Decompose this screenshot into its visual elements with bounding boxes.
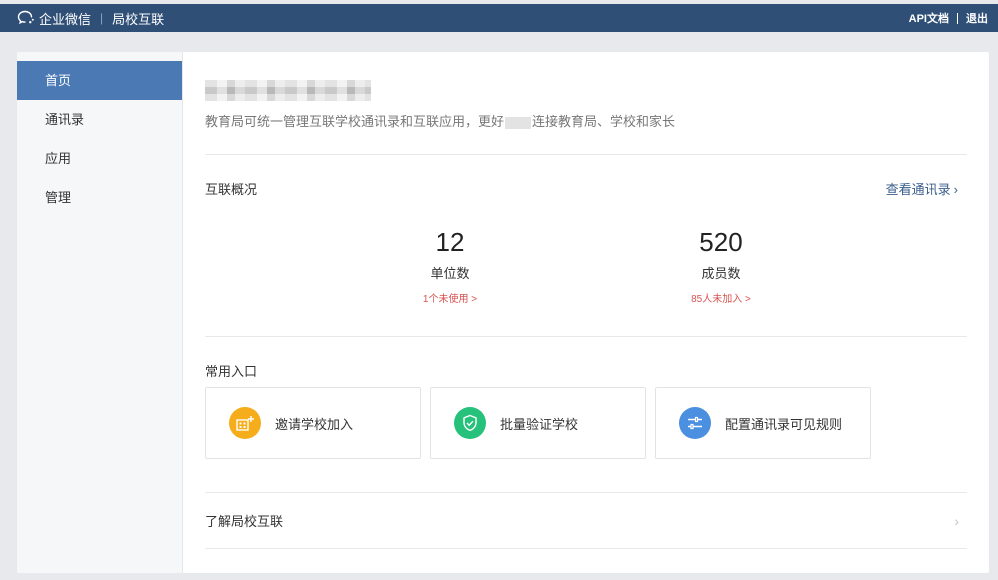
sidebar-item-home[interactable]: 首页 — [17, 61, 182, 100]
chevron-right-icon: › — [953, 182, 958, 197]
chevron-right-icon: › — [954, 512, 959, 529]
overview-title: 互联概况 — [205, 182, 258, 197]
intro-text-part1: 教育局可统一管理互联学校通讯录和互联应用，更好 — [205, 114, 505, 129]
masked-org-name — [205, 80, 371, 101]
brand[interactable]: 企业微信 | 局校互联 — [17, 9, 164, 28]
top-links: API文档 退出 — [909, 10, 988, 26]
invite-school-icon — [229, 407, 261, 439]
entries-title: 常用入口 — [205, 364, 258, 379]
stat-members-alert-link[interactable]: 85人未加入 > — [661, 290, 781, 305]
configure-visibility-button[interactable]: 配置通讯录可见规则 — [655, 387, 871, 459]
stat-units-label: 单位数 — [430, 266, 470, 281]
stat-units-value: 12 — [435, 227, 465, 257]
learn-more-label: 了解局校互联 — [205, 514, 284, 529]
sidebar-item-apps[interactable]: 应用 — [17, 139, 182, 178]
sidebar: 首页 通讯录 应用 管理 — [17, 52, 183, 573]
batch-verify-label: 批量验证学校 — [500, 416, 579, 432]
sidebar-item-contacts[interactable]: 通讯录 — [17, 100, 182, 139]
brand-separator: | — [100, 11, 104, 25]
main-card: 首页 通讯录 应用 管理 教育局可统一管理互联学校通讯录和互联应用，更好 连接教育… — [17, 52, 989, 573]
invite-school-label: 邀请学校加入 — [275, 416, 354, 432]
stat-units-alert-link[interactable]: 1个未使用 > — [390, 290, 510, 305]
divider — [205, 154, 967, 155]
masked-word — [505, 116, 532, 129]
view-contacts-link[interactable]: 查看通讯录 › — [886, 179, 958, 198]
quick-entries: 邀请学校加入 批量验证学校 配置通讯录可见规则 — [205, 387, 880, 459]
stat-members-value: 520 — [699, 227, 743, 257]
stat-members-label: 成员数 — [701, 266, 741, 281]
learn-more-row[interactable]: 了解局校互联 › — [205, 492, 967, 549]
intro-text-part2: 连接教育局、学校和家长 — [532, 114, 676, 129]
product-name: 局校互联 — [112, 11, 165, 27]
top-link-divider — [957, 12, 958, 24]
api-docs-link[interactable]: API文档 — [909, 10, 949, 26]
shield-check-icon — [454, 407, 486, 439]
batch-verify-button[interactable]: 批量验证学校 — [430, 387, 646, 459]
stat-members: 520 成员数 85人未加入 > — [661, 227, 781, 305]
invite-school-button[interactable]: 邀请学校加入 — [205, 387, 421, 459]
brand-name: 企业微信 — [39, 11, 92, 27]
intro-text: 教育局可统一管理互联学校通讯录和互联应用，更好 连接教育局、学校和家长 — [205, 111, 675, 130]
view-contacts-label: 查看通讯录 — [885, 182, 951, 197]
configure-visibility-label: 配置通讯录可见规则 — [725, 416, 843, 432]
wecom-logo-icon — [17, 10, 34, 25]
top-bar: 企业微信 | 局校互联 API文档 退出 — [0, 4, 998, 32]
sliders-icon — [679, 407, 711, 439]
stat-units: 12 单位数 1个未使用 > — [390, 227, 510, 305]
logout-link[interactable]: 退出 — [966, 10, 988, 26]
divider — [205, 336, 967, 337]
sidebar-item-manage[interactable]: 管理 — [17, 178, 182, 217]
